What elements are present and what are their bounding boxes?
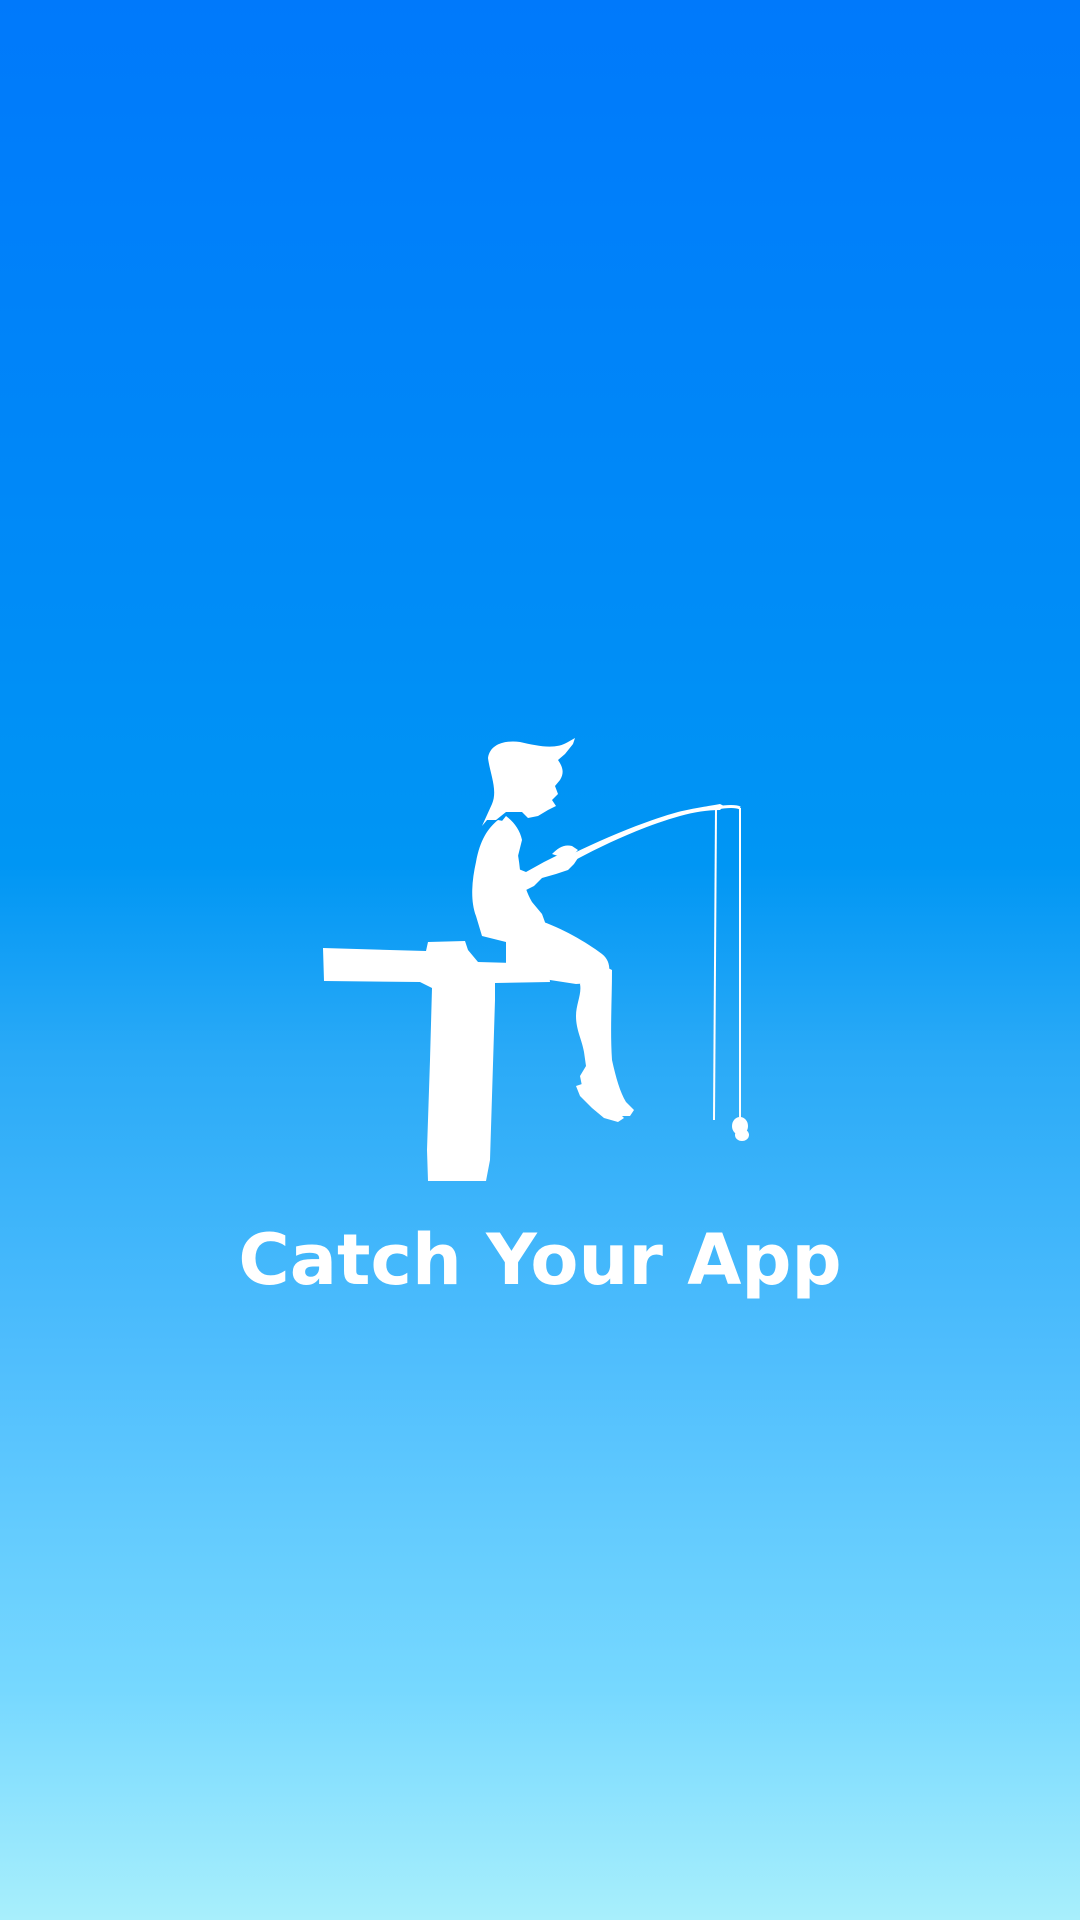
- boy-fishing-icon: [300, 730, 780, 1190]
- app-name-title: Catch Your App: [238, 1219, 842, 1301]
- splash-screen: Catch Your App: [0, 0, 1080, 1920]
